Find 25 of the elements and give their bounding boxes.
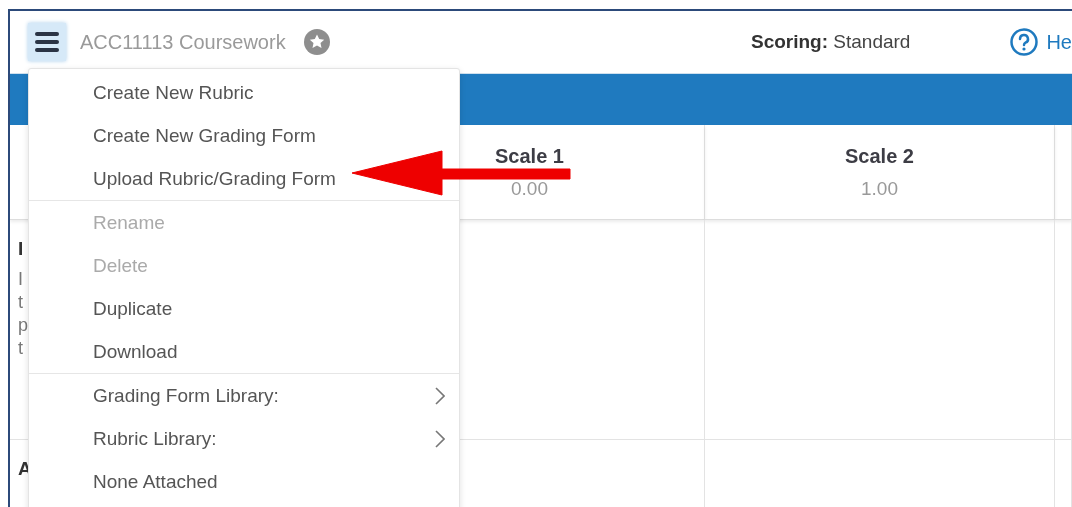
menu-item[interactable]: Create New Rubric xyxy=(29,71,459,114)
scoring-mode: Scoring: Standard xyxy=(750,31,911,53)
criterion-description: p xyxy=(18,314,28,337)
menu-item[interactable]: Duplicate xyxy=(29,287,459,330)
help-icon xyxy=(1010,28,1039,56)
menu-item[interactable]: Grading Form Library: xyxy=(29,374,459,417)
scale-name: Scale 1 xyxy=(495,144,564,168)
scale-points: 0.00 xyxy=(511,177,548,200)
menu-item[interactable]: Download xyxy=(29,330,459,373)
criterion-title: I xyxy=(18,238,24,260)
chevron-icon xyxy=(435,429,445,448)
course-title: ACC11113 Coursework xyxy=(80,30,286,54)
menu-item[interactable]: None Attached xyxy=(29,460,459,503)
scale-points: 1.00 xyxy=(861,177,898,200)
menu-item[interactable]: Upload Rubric/Grading Form xyxy=(29,157,459,200)
criterion-description: I xyxy=(18,268,23,291)
criterion-description: t xyxy=(18,291,23,314)
menu-icon xyxy=(35,32,59,52)
menu-item[interactable]: Create New Grading Form xyxy=(29,114,459,157)
menu-item[interactable]: Rubric Library: xyxy=(29,417,459,460)
help-link[interactable]: He xyxy=(1010,28,1072,56)
criterion-description: t xyxy=(18,337,23,360)
menu-button[interactable] xyxy=(28,23,66,61)
chevron-icon xyxy=(435,386,445,405)
scale-name: Scale 2 xyxy=(845,144,914,168)
